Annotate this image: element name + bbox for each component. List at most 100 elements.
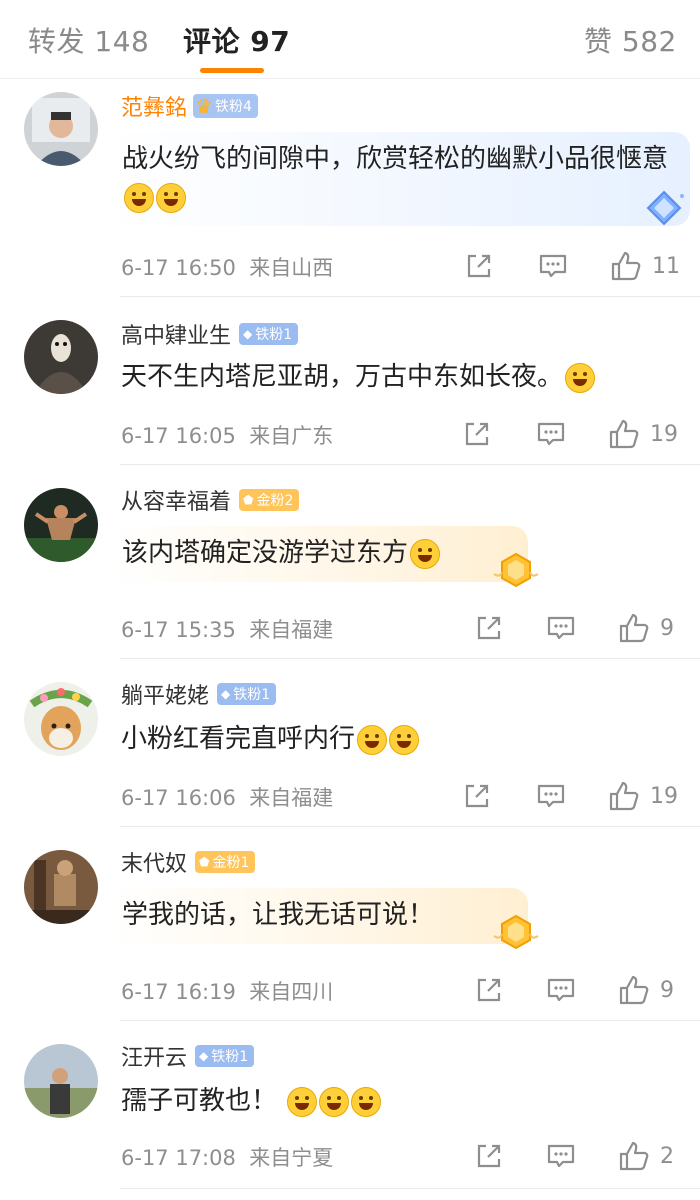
- comment-icon: [547, 1144, 575, 1168]
- username[interactable]: 躺平姥姥: [121, 678, 209, 710]
- fan-badge[interactable]: ♛ 铁粉4: [193, 94, 258, 118]
- divider: [120, 1020, 700, 1021]
- share-button[interactable]: [474, 1140, 504, 1172]
- like-button[interactable]: 9: [618, 974, 674, 1006]
- avatar[interactable]: [24, 488, 98, 562]
- comment-meta: 6-17 15:35 来自福建: [121, 614, 333, 644]
- comment-actions: 9: [470, 612, 690, 644]
- comment-actions: 11: [460, 250, 690, 282]
- username-row: 末代奴 ⬟ 金粉1: [121, 846, 256, 878]
- comment-bubble: 学我的话，让我无话可说！: [108, 888, 528, 944]
- username[interactable]: 高中肄业生: [121, 318, 231, 350]
- divider: [120, 464, 700, 465]
- comment-button[interactable]: [546, 1140, 576, 1172]
- like-button[interactable]: 19: [608, 418, 678, 450]
- username-row: 高中肄业生 ◆ 铁粉1: [121, 318, 299, 350]
- comment-location: 来自广东: [249, 424, 334, 448]
- tab-repost[interactable]: 转发 148: [28, 20, 149, 60]
- diamond-icon: ◆: [199, 1049, 209, 1063]
- avatar[interactable]: [24, 320, 98, 394]
- comment-button[interactable]: [536, 780, 566, 812]
- like-count: 19: [650, 783, 678, 809]
- thumbs-up-icon: [619, 1141, 649, 1171]
- avatar[interactable]: [24, 850, 98, 924]
- thumbs-up-icon: [611, 251, 641, 281]
- like-button[interactable]: 9: [618, 612, 674, 644]
- comment-location: 来自山西: [249, 256, 334, 280]
- share-button[interactable]: [462, 418, 492, 450]
- share-icon: [477, 616, 501, 640]
- comment-location: 来自四川: [249, 980, 334, 1004]
- comment-button[interactable]: [538, 250, 568, 282]
- share-icon: [477, 1144, 501, 1168]
- fan-badge[interactable]: ◆ 铁粉1: [195, 1045, 255, 1067]
- divider: [120, 296, 700, 297]
- like-button[interactable]: 19: [608, 780, 678, 812]
- thumbs-up-icon: [609, 781, 639, 811]
- comment-button[interactable]: [546, 974, 576, 1006]
- share-button[interactable]: [474, 612, 504, 644]
- comment-text: 战火纷飞的间隙中，欣赏轻松的幽默小品很惬意: [122, 144, 669, 174]
- comment-meta: 6-17 16:50 来自山西: [121, 252, 333, 282]
- grin-emoji-icon: [319, 1086, 350, 1117]
- username[interactable]: 范彝銘: [121, 90, 187, 122]
- username[interactable]: 汪开云: [121, 1040, 187, 1072]
- comment-icon: [537, 422, 565, 446]
- tab-comments[interactable]: 评论 97: [183, 20, 290, 60]
- comment-time: 6-17 17:08: [121, 1146, 236, 1170]
- comment-button[interactable]: [536, 418, 566, 450]
- tab-likes[interactable]: 赞 582: [584, 20, 677, 60]
- fan-badge[interactable]: ⬟ 金粉2: [239, 489, 300, 511]
- comment-actions: 19: [460, 418, 690, 450]
- gold-gem-decoration-icon: [493, 914, 539, 950]
- username-row: 范彝銘 ♛ 铁粉4: [121, 90, 258, 122]
- share-button[interactable]: [464, 250, 494, 282]
- comment-time: 6-17 16:19: [121, 980, 236, 1004]
- username[interactable]: 从容幸福着: [121, 484, 231, 516]
- pentagon-icon: ⬟: [243, 493, 254, 507]
- share-button[interactable]: [462, 780, 492, 812]
- username-row: 从容幸福着 ⬟ 金粉2: [121, 484, 300, 516]
- like-button[interactable]: 11: [610, 250, 680, 282]
- share-icon: [477, 978, 501, 1002]
- share-icon: [465, 422, 489, 446]
- like-button[interactable]: 2: [618, 1140, 674, 1172]
- comment-meta: 6-17 16:19 来自四川: [121, 976, 333, 1006]
- username[interactable]: 末代奴: [121, 846, 187, 878]
- comment-time: 6-17 16:50: [121, 256, 236, 280]
- comment-time: 6-17 15:35: [121, 618, 236, 642]
- badge-label: 铁粉4: [214, 99, 252, 115]
- diamond-decoration-icon: [646, 190, 684, 226]
- gold-gem-decoration-icon: [493, 552, 539, 588]
- comment-button[interactable]: [546, 612, 576, 644]
- laugh-cry-emoji-icon: [565, 362, 596, 393]
- blush-emoji-icon: [357, 724, 388, 755]
- diamond-icon: ◆: [243, 327, 253, 341]
- thumbs-up-icon: [619, 975, 649, 1005]
- comment-text: 小粉红看完直呼内行: [121, 724, 356, 754]
- comment-location: 来自福建: [249, 786, 334, 810]
- divider: [120, 658, 700, 659]
- fan-badge[interactable]: ◆ 铁粉1: [239, 323, 299, 345]
- comment-actions: 19: [460, 780, 690, 812]
- username-row: 躺平姥姥 ◆ 铁粉1: [121, 678, 277, 710]
- fan-badge[interactable]: ◆ 铁粉1: [217, 683, 277, 705]
- share-button[interactable]: [474, 974, 504, 1006]
- divider: [120, 1188, 700, 1189]
- tab-bar: 转发 148 评论 97 赞 582: [0, 0, 700, 79]
- active-tab-indicator: [200, 68, 264, 73]
- sad-emoji-icon: [410, 538, 441, 569]
- comment-time: 6-17 16:05: [121, 424, 236, 448]
- badge-label: 金粉2: [256, 493, 294, 509]
- avatar[interactable]: [24, 1044, 98, 1118]
- pentagon-icon: ⬟: [199, 855, 210, 869]
- badge-label: 铁粉1: [233, 687, 271, 703]
- comment-meta: 6-17 16:05 来自广东: [121, 420, 333, 450]
- comment-icon: [547, 978, 575, 1002]
- comment-icon: [539, 254, 567, 278]
- share-icon: [465, 784, 489, 808]
- avatar[interactable]: [24, 682, 98, 756]
- like-count: 2: [660, 1143, 674, 1169]
- fan-badge[interactable]: ⬟ 金粉1: [195, 851, 256, 873]
- avatar[interactable]: [24, 92, 98, 166]
